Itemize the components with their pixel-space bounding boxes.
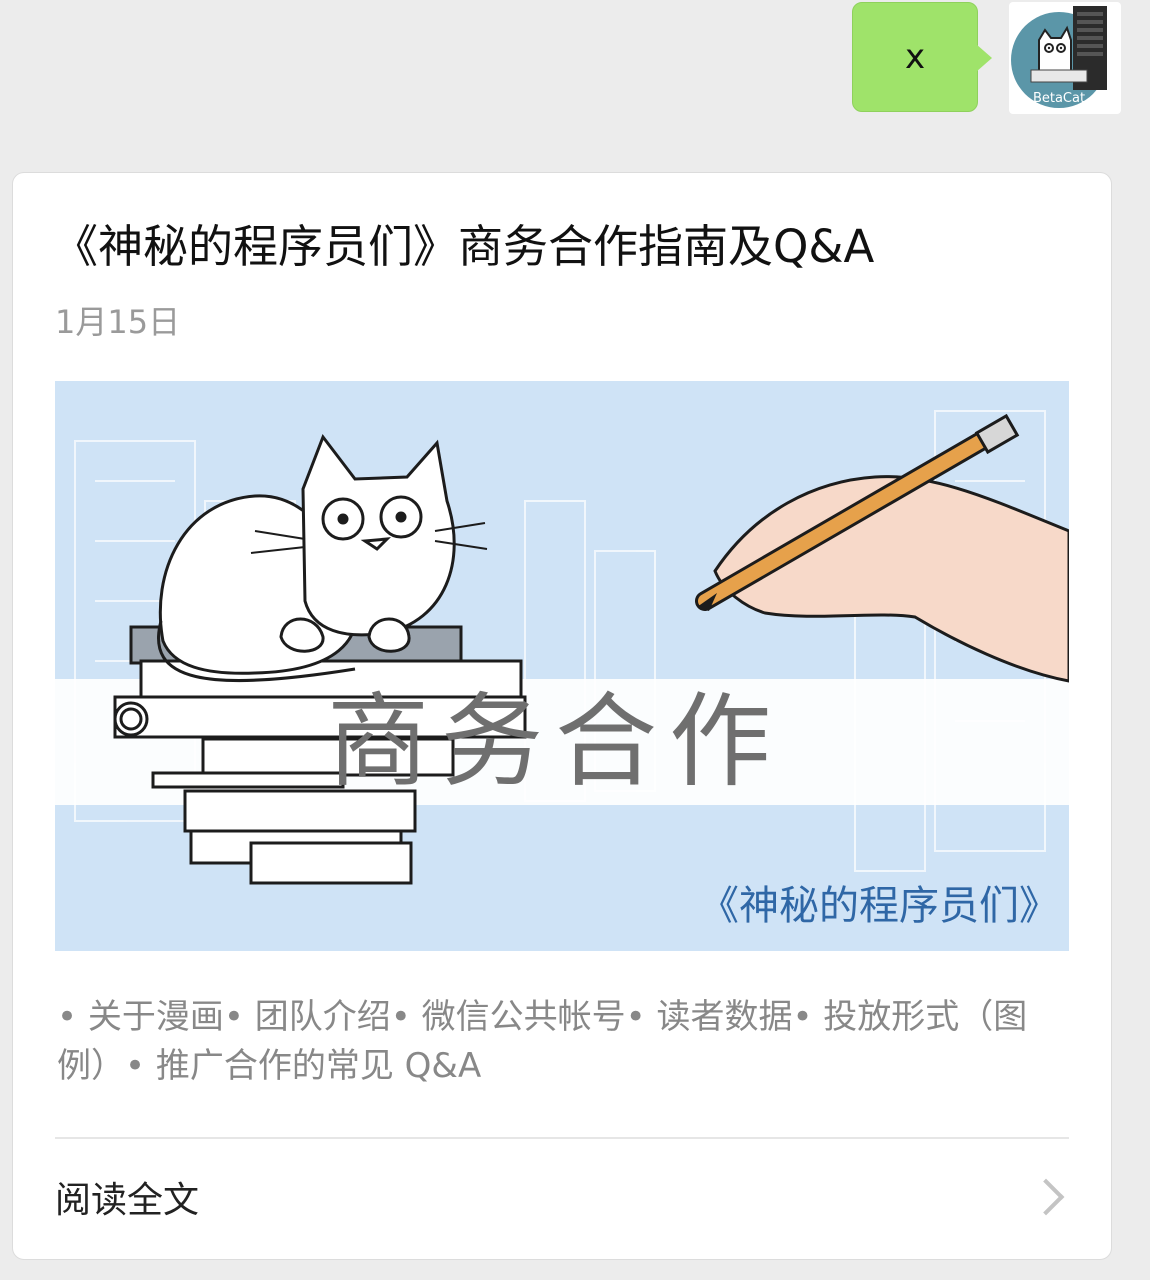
- bubble-tail: [976, 44, 992, 72]
- article-title: 《神秘的程序员们》商务合作指南及Q&A: [53, 220, 875, 273]
- cover-heading: 商务合作: [327, 683, 783, 802]
- cover-series-title: 《神秘的程序员们》: [699, 883, 1059, 929]
- avatar[interactable]: BetaCat: [1009, 2, 1121, 114]
- read-more-label: 阅读全文: [55, 1180, 200, 1221]
- article-card[interactable]: 《神秘的程序员们》商务合作指南及Q&A 1月15日 商务合作 《神秘的程序员们》…: [12, 172, 1112, 1260]
- chevron-right-icon: [1027, 1178, 1065, 1216]
- divider: [55, 1137, 1069, 1139]
- message-bubble[interactable]: x: [852, 2, 978, 112]
- avatar-image: BetaCat: [1011, 6, 1107, 108]
- read-more-link[interactable]: 阅读全文: [55, 1167, 1069, 1227]
- message-text: x: [904, 37, 926, 77]
- hand-pencil-illustration: [695, 413, 1069, 683]
- article-summary: • 关于漫画• 团队介绍• 微信公共帐号• 读者数据• 投放形式（图例）• 推广…: [57, 997, 1028, 1086]
- cover-image: 商务合作 《神秘的程序员们》: [55, 381, 1069, 951]
- avatar-label: BetaCat: [1033, 91, 1085, 106]
- article-date: 1月15日: [55, 303, 181, 341]
